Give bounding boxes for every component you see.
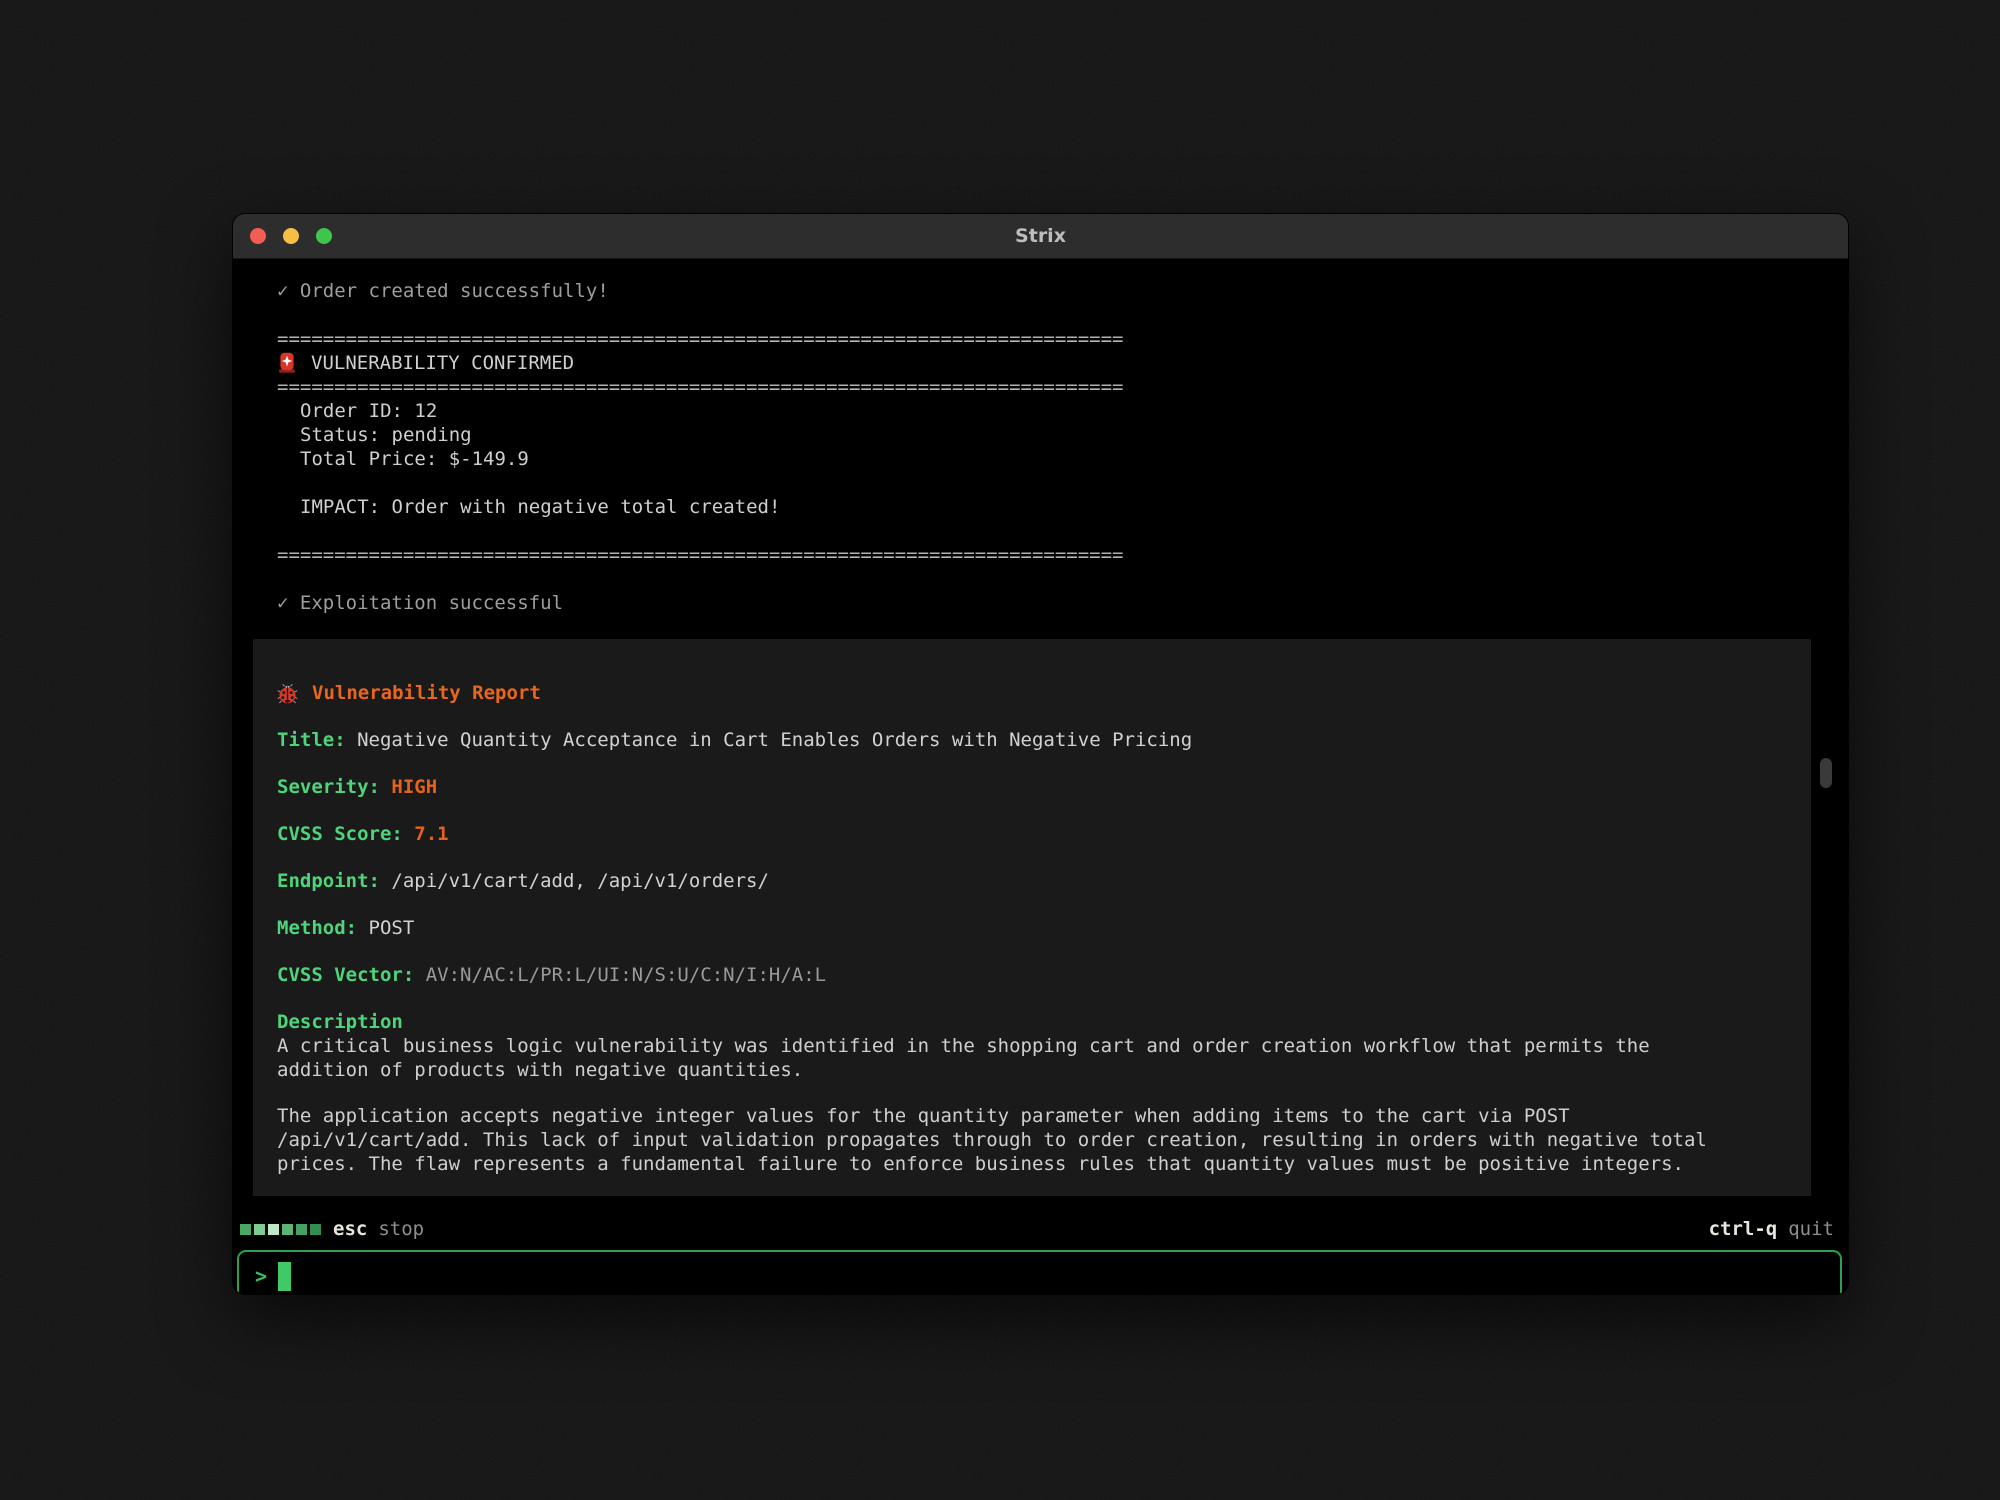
exploitation-line: ✓ Exploitation successful bbox=[253, 591, 1828, 615]
prompt-symbol: > bbox=[255, 1264, 267, 1288]
exploitation-message: Exploitation successful bbox=[300, 592, 563, 614]
separator-line: ========================================… bbox=[253, 375, 1828, 399]
separator-line: ========================================… bbox=[253, 327, 1828, 351]
terminal-output: ✓ Order created successfully! ==========… bbox=[233, 259, 1848, 1196]
activity-spinner bbox=[240, 1224, 321, 1235]
report-heading-row: Vulnerability Report bbox=[277, 681, 1787, 705]
check-icon: ✓ bbox=[277, 280, 288, 302]
window-titlebar[interactable]: Strix bbox=[233, 214, 1848, 259]
report-field-title: Title: Negative Quantity Acceptance in C… bbox=[277, 728, 1787, 752]
desktop-background: Strix ✓ Order created successfully! ====… bbox=[0, 0, 2000, 1500]
esc-key-hint: esc bbox=[333, 1218, 367, 1240]
order-created-message: Order created successfully! bbox=[300, 280, 609, 302]
description-heading: Description bbox=[277, 1011, 403, 1033]
ladybug-icon bbox=[277, 683, 298, 704]
description-paragraph: A critical business logic vulnerability … bbox=[277, 1034, 1787, 1082]
vulnerability-confirmed-banner: VULNERABILITY CONFIRMED bbox=[253, 351, 1828, 375]
stop-action-label: stop bbox=[378, 1218, 424, 1240]
status-bar: esc stop ctrl-q quit bbox=[233, 1218, 1848, 1240]
ctrl-q-key-hint: ctrl-q bbox=[1709, 1218, 1778, 1240]
vulnerability-report-panel: Vulnerability Report Title: Negative Qua… bbox=[253, 639, 1811, 1196]
impact-line: IMPACT: Order with negative total create… bbox=[253, 495, 1828, 519]
text-cursor bbox=[278, 1262, 291, 1291]
scrollbar-thumb[interactable] bbox=[1820, 758, 1832, 788]
check-icon: ✓ bbox=[277, 592, 288, 614]
strix-window: Strix ✓ Order created successfully! ====… bbox=[233, 214, 1848, 1294]
siren-icon bbox=[277, 352, 297, 374]
report-title: Vulnerability Report bbox=[312, 681, 541, 705]
order-status-line: Status: pending bbox=[253, 423, 1828, 447]
report-field-cvss-vector: CVSS Vector: AV:N/AC:L/PR:L/UI:N/S:U/C:N… bbox=[277, 963, 1787, 987]
quit-action-label: quit bbox=[1788, 1218, 1834, 1240]
window-title: Strix bbox=[233, 225, 1848, 247]
severity-badge: HIGH bbox=[391, 776, 437, 798]
order-created-line: ✓ Order created successfully! bbox=[253, 279, 1828, 303]
report-field-severity: Severity: HIGH bbox=[277, 775, 1787, 799]
report-field-endpoint: Endpoint: /api/v1/cart/add, /api/v1/orde… bbox=[277, 869, 1787, 893]
report-field-method: Method: POST bbox=[277, 916, 1787, 940]
description-paragraph: The application accepts negative integer… bbox=[277, 1104, 1787, 1176]
vulnerability-confirmed-heading: VULNERABILITY CONFIRMED bbox=[311, 351, 574, 375]
order-id-line: Order ID: 12 bbox=[253, 399, 1828, 423]
total-price-line: Total Price: $-149.9 bbox=[253, 447, 1828, 471]
separator-line: ========================================… bbox=[253, 543, 1828, 567]
command-input[interactable]: > bbox=[237, 1250, 1842, 1294]
report-field-cvss-score: CVSS Score: 7.1 bbox=[277, 822, 1787, 846]
